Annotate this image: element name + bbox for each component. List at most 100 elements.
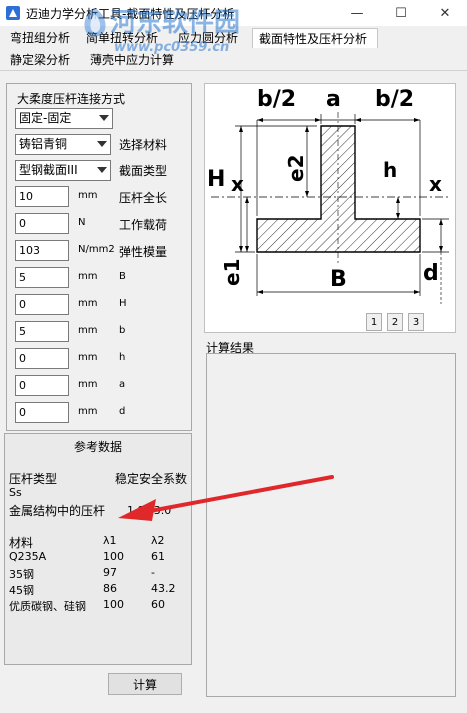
param-row-B: mm B: [15, 267, 193, 289]
diagram-page-2-button[interactable]: 2: [387, 313, 403, 331]
b-input[interactable]: [15, 321, 69, 342]
section-type-label: 截面类型: [119, 164, 168, 178]
t-section-shape: [256, 125, 421, 253]
param-row-d: mm d: [15, 402, 193, 424]
param-unit: mm: [78, 190, 98, 201]
param-unit: mm: [78, 325, 98, 336]
label-b2-left: b/2: [257, 87, 296, 112]
maximize-button[interactable]: ☐: [379, 0, 423, 26]
chevron-down-icon: [97, 167, 107, 173]
table-header-lambda1: λ1: [103, 534, 117, 547]
param-label: 工作载荷: [119, 218, 168, 232]
tab-bending-torsion[interactable]: 弯扭组分析: [4, 28, 80, 48]
t-section-drawing: b/2 a b/2 H x e2 h x e1 B d: [207, 87, 449, 304]
label-e2: e2: [284, 155, 308, 182]
label-x-right: x: [429, 172, 442, 196]
section-diagram: b/2 a b/2 H x e2 h x e1 B d: [204, 83, 456, 333]
diagram-page-3-button[interactable]: 3: [408, 313, 424, 331]
column-type-header: 压杆类型: [9, 472, 58, 486]
diagram-page-1-button[interactable]: 1: [366, 313, 382, 331]
tab-static-beam[interactable]: 静定梁分析: [4, 50, 84, 70]
d-input[interactable]: [15, 402, 69, 423]
calculate-button[interactable]: 计算: [108, 673, 182, 695]
label-B: B: [330, 267, 347, 292]
table-header-material: 材料: [9, 536, 34, 550]
input-group: 大柔度压杆连接方式 固定-固定 铸铝青铜 选择材料 型钢截面III 截面类型 m…: [6, 83, 192, 431]
tab-stress-circle[interactable]: 应力圆分析: [172, 28, 252, 48]
minimize-button[interactable]: —: [335, 0, 379, 26]
param-label: a: [119, 379, 126, 390]
param-row-length: mm 压杆全长: [15, 186, 193, 208]
title-bar: 迈迪力学分析工具-截面特性及压杆分析 — ☐ ✕: [0, 0, 467, 26]
table-cell: 60: [151, 598, 165, 611]
param-unit: mm: [78, 352, 98, 363]
param-unit: mm: [78, 298, 98, 309]
label-H: H: [207, 167, 225, 192]
param-label: d: [119, 406, 126, 417]
param-row-load: N 工作载荷: [15, 213, 193, 235]
label-d: d: [423, 261, 439, 286]
row-type: 金属结构中的压杆: [9, 504, 106, 518]
tab-simple-torsion[interactable]: 简单扭转分析: [80, 28, 172, 48]
table-cell: 优质碳钢、硅钢: [9, 600, 86, 613]
material-value: 铸铝青铜: [19, 137, 68, 151]
param-label: B: [119, 271, 126, 282]
param-unit: mm: [78, 271, 98, 282]
label-a: a: [326, 87, 341, 112]
param-unit: mm: [78, 379, 98, 390]
param-unit: mm: [78, 406, 98, 417]
table-cell: 100: [103, 550, 124, 563]
table-cell: 45钢: [9, 584, 34, 597]
row-safety-value: 1.8~3.0: [127, 504, 172, 517]
param-label: h: [119, 352, 126, 363]
param-row-b: mm b: [15, 321, 193, 343]
close-button[interactable]: ✕: [423, 0, 467, 26]
length-input[interactable]: [15, 186, 69, 207]
param-label: 压杆全长: [119, 191, 168, 205]
chevron-down-icon: [97, 141, 107, 147]
table-header-lambda2: λ2: [151, 534, 165, 547]
h-input[interactable]: [15, 348, 69, 369]
param-unit: N: [78, 217, 86, 228]
table-cell: -: [151, 566, 155, 579]
table-cell: 97: [103, 566, 117, 579]
param-unit: N/mm2: [78, 244, 115, 255]
material-label: 选择材料: [119, 138, 168, 152]
table-cell: 43.2: [151, 582, 176, 595]
connection-type-value: 固定-固定: [19, 111, 72, 125]
label-h: h: [383, 158, 397, 182]
B-input[interactable]: [15, 267, 69, 288]
table-cell: Q235A: [9, 550, 47, 563]
result-output-box[interactable]: [206, 353, 456, 697]
label-x-left: x: [231, 172, 244, 196]
app-icon: [6, 6, 20, 20]
param-row-modulus: N/mm2 弹性模量: [15, 240, 193, 262]
param-row-h: mm h: [15, 348, 193, 370]
window-controls: — ☐ ✕: [335, 0, 467, 26]
param-label: b: [119, 325, 126, 336]
window-title: 迈迪力学分析工具-截面特性及压杆分析: [26, 6, 235, 21]
tab-section-properties[interactable]: 截面特性及压杆分析: [252, 28, 378, 48]
label-e1: e1: [220, 259, 244, 286]
param-label: 弹性模量: [119, 245, 168, 259]
table-cell: 100: [103, 598, 124, 611]
table-cell: 61: [151, 550, 165, 563]
chevron-down-icon: [99, 115, 109, 121]
load-input[interactable]: [15, 213, 69, 234]
reference-title: 参考数据: [73, 440, 122, 454]
reference-data-panel: 参考数据 压杆类型 稳定安全系数 Ss 金属结构中的压杆 1.8~3.0 材料 …: [4, 433, 192, 665]
material-select[interactable]: 铸铝青铜: [15, 134, 111, 155]
modulus-input[interactable]: [15, 240, 69, 261]
table-cell: 86: [103, 582, 117, 595]
param-row-H: mm H: [15, 294, 193, 316]
tab-thin-shell[interactable]: 薄壳中应力计算: [84, 50, 188, 70]
param-label: H: [119, 298, 127, 309]
a-input[interactable]: [15, 375, 69, 396]
tab-row-1: 弯扭组分析 简单扭转分析 应力圆分析 截面特性及压杆分析: [4, 28, 378, 48]
H-input[interactable]: [15, 294, 69, 315]
section-type-select[interactable]: 型钢截面III: [15, 160, 111, 181]
param-row-a: mm a: [15, 375, 193, 397]
tab-row-2: 静定梁分析 薄壳中应力计算: [4, 50, 188, 70]
connection-type-select[interactable]: 固定-固定: [15, 108, 113, 129]
connection-type-label: 大柔度压杆连接方式: [17, 92, 126, 106]
